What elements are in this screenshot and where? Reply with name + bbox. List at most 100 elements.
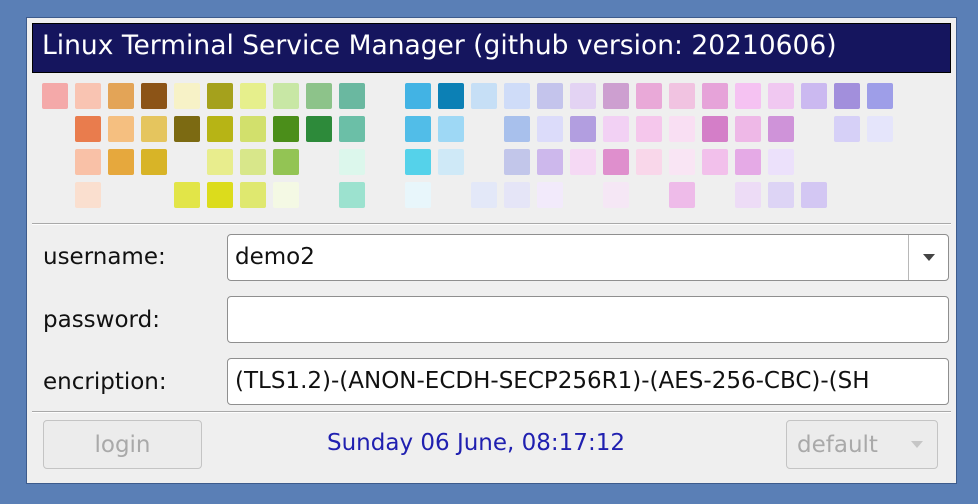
color-pixel: [471, 83, 497, 109]
color-pixel: [504, 149, 530, 175]
color-pixel: [174, 116, 200, 142]
color-pixel: [801, 83, 827, 109]
color-pixel: [240, 83, 266, 109]
color-pixel: [702, 149, 728, 175]
color-pixel: [273, 83, 299, 109]
color-pixel: [207, 83, 233, 109]
datetime-display: Sunday 06 June, 08:17:12: [327, 430, 625, 456]
color-pixel: [306, 83, 332, 109]
color-pixel: [537, 182, 563, 208]
color-pixel: [504, 182, 530, 208]
color-pixel-banner: [27, 18, 958, 228]
color-pixel: [603, 182, 629, 208]
color-pixel: [504, 83, 530, 109]
color-pixel: [108, 116, 134, 142]
color-pixel: [207, 149, 233, 175]
color-pixel: [537, 83, 563, 109]
color-pixel: [669, 182, 695, 208]
color-pixel: [75, 182, 101, 208]
color-pixel: [537, 116, 563, 142]
color-pixel: [174, 182, 200, 208]
default-button-label: default: [797, 432, 878, 458]
color-pixel: [537, 149, 563, 175]
chevron-down-icon: [911, 441, 923, 448]
color-pixel: [75, 149, 101, 175]
chevron-down-icon: [922, 254, 935, 261]
divider-bottom: [32, 411, 951, 413]
username-value[interactable]: demo2: [235, 244, 315, 270]
color-pixel: [438, 83, 464, 109]
color-pixel: [768, 83, 794, 109]
color-pixel: [834, 83, 860, 109]
color-pixel: [867, 116, 893, 142]
color-pixel: [438, 149, 464, 175]
color-pixel: [42, 83, 68, 109]
username-dropdown-button[interactable]: [908, 235, 948, 280]
color-pixel: [306, 116, 332, 142]
color-pixel: [735, 182, 761, 208]
color-pixel: [669, 116, 695, 142]
color-pixel: [438, 116, 464, 142]
color-pixel: [603, 149, 629, 175]
color-pixel: [108, 149, 134, 175]
color-pixel: [735, 149, 761, 175]
encryption-label: encription:: [43, 369, 167, 395]
color-pixel: [273, 149, 299, 175]
color-pixel: [603, 83, 629, 109]
color-pixel: [339, 83, 365, 109]
login-button[interactable]: login: [43, 420, 202, 469]
username-label: username:: [43, 244, 166, 270]
color-pixel: [801, 182, 827, 208]
color-pixel: [636, 83, 662, 109]
color-pixel: [570, 83, 596, 109]
color-pixel: [636, 149, 662, 175]
color-pixel: [339, 182, 365, 208]
color-pixel: [405, 182, 431, 208]
username-combobox[interactable]: demo2: [227, 234, 949, 281]
color-pixel: [735, 83, 761, 109]
color-pixel: [405, 83, 431, 109]
color-pixel: [141, 149, 167, 175]
color-pixel: [603, 116, 629, 142]
color-pixel: [339, 116, 365, 142]
color-pixel: [768, 182, 794, 208]
color-pixel: [108, 83, 134, 109]
color-pixel: [735, 116, 761, 142]
color-pixel: [702, 83, 728, 109]
password-label: password:: [43, 307, 160, 333]
color-pixel: [207, 116, 233, 142]
color-pixel: [669, 149, 695, 175]
color-pixel: [669, 83, 695, 109]
color-pixel: [75, 83, 101, 109]
color-pixel: [471, 182, 497, 208]
color-pixel: [570, 149, 596, 175]
color-pixel: [240, 182, 266, 208]
login-window: Linux Terminal Service Manager (github v…: [26, 17, 957, 484]
color-pixel: [273, 116, 299, 142]
color-pixel: [207, 182, 233, 208]
color-pixel: [834, 116, 860, 142]
divider-top: [32, 223, 951, 225]
color-pixel: [405, 116, 431, 142]
color-pixel: [768, 116, 794, 142]
color-pixel: [768, 149, 794, 175]
login-button-label: login: [94, 431, 151, 458]
color-pixel: [240, 149, 266, 175]
color-pixel: [504, 116, 530, 142]
color-pixel: [702, 116, 728, 142]
color-pixel: [174, 83, 200, 109]
color-pixel: [636, 116, 662, 142]
color-pixel: [405, 149, 431, 175]
color-pixel: [867, 83, 893, 109]
default-dropdown-button[interactable]: default: [786, 420, 938, 469]
color-pixel: [240, 116, 266, 142]
color-pixel: [339, 149, 365, 175]
color-pixel: [273, 182, 299, 208]
password-field[interactable]: [227, 296, 949, 343]
encryption-value[interactable]: (TLS1.2)-(ANON-ECDH-SECP256R1)-(AES-256-…: [235, 368, 870, 394]
encryption-field[interactable]: (TLS1.2)-(ANON-ECDH-SECP256R1)-(AES-256-…: [227, 358, 949, 405]
color-pixel: [141, 116, 167, 142]
color-pixel: [141, 83, 167, 109]
color-pixel: [570, 116, 596, 142]
color-pixel: [75, 116, 101, 142]
